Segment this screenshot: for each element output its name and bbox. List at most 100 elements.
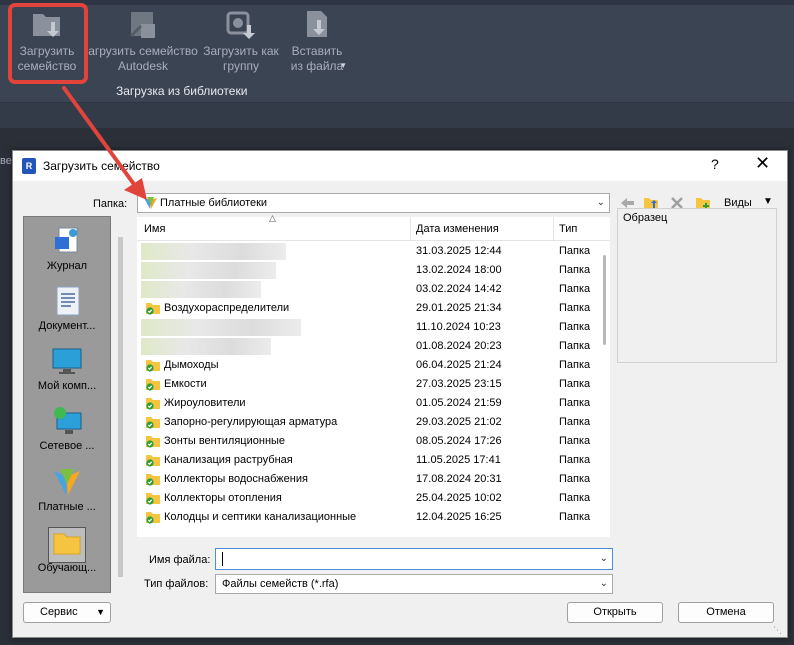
column-separator[interactable] bbox=[410, 217, 411, 241]
resize-grip-icon[interactable]: ⋱ bbox=[773, 625, 785, 637]
redacted-name bbox=[141, 243, 286, 260]
synced-folder-icon bbox=[145, 472, 161, 486]
place-network[interactable]: Сетевое ... bbox=[24, 405, 110, 452]
dialog-titlebar[interactable]: R Загрузить семейство ? ✕ bbox=[13, 151, 787, 181]
redacted-name bbox=[141, 281, 261, 298]
synced-folder-icon bbox=[145, 358, 161, 372]
help-button[interactable]: ? bbox=[711, 156, 719, 172]
column-date[interactable]: Дата изменения bbox=[416, 223, 499, 235]
scrollbar-thumb[interactable] bbox=[603, 255, 606, 345]
paid-libraries-icon bbox=[51, 466, 83, 498]
dialog-title: Загрузить семейство bbox=[43, 159, 160, 173]
close-button[interactable]: ✕ bbox=[755, 153, 770, 174]
file-type: Папка bbox=[559, 264, 591, 276]
place-documents-label: Документ... bbox=[38, 320, 96, 332]
filetype-select[interactable]: Файлы семейств (*.rfa) ⌄ bbox=[215, 574, 613, 594]
table-row[interactable]: Дымоходы 06.04.2025 21:24 Папка bbox=[137, 356, 597, 375]
file-type: Папка bbox=[559, 378, 591, 390]
views-dropdown-icon[interactable]: ▼ bbox=[763, 196, 773, 207]
synced-folder-icon bbox=[145, 510, 161, 524]
column-name[interactable]: Имя bbox=[144, 223, 165, 235]
table-row[interactable]: 31.03.2025 12:44 Папка bbox=[137, 242, 597, 261]
table-row[interactable]: Колодцы и септики канализационные 12.04.2… bbox=[137, 508, 597, 527]
background-strip-text: ве bbox=[0, 155, 12, 167]
place-paid-libraries[interactable]: Платные ... bbox=[24, 466, 110, 513]
table-row[interactable]: Емкости 27.03.2025 23:15 Папка bbox=[137, 375, 597, 394]
file-type: Папка bbox=[559, 454, 591, 466]
folder-value: Платные библиотеки bbox=[160, 197, 268, 209]
place-training-label: Обучающ... bbox=[37, 562, 97, 574]
table-row[interactable]: Жироуловители 01.05.2024 21:59 Папка bbox=[137, 394, 597, 413]
file-type: Папка bbox=[559, 416, 591, 428]
table-row[interactable]: Канализация раструбная 11.05.2025 17:41 Па… bbox=[137, 451, 597, 470]
folder-combo[interactable]: Платные библиотеки ⌄ bbox=[137, 193, 610, 213]
file-name: Дымоходы bbox=[164, 359, 219, 371]
table-row[interactable]: 03.02.2024 14:42 Папка bbox=[137, 280, 597, 299]
table-row[interactable]: Коллекторы водоснабжения 17.08.2024 20:31… bbox=[137, 470, 597, 489]
history-icon bbox=[51, 225, 83, 257]
preview-label: Образец bbox=[623, 212, 670, 224]
table-row[interactable]: Зонты вентиляционные 08.05.2024 17:26 Папк… bbox=[137, 432, 597, 451]
table-row[interactable]: 11.10.2024 10:23 Папка bbox=[137, 318, 597, 337]
ribbon-band bbox=[0, 103, 794, 128]
file-date: 11.05.2025 17:41 bbox=[416, 454, 501, 466]
column-type[interactable]: Тип bbox=[559, 223, 577, 235]
file-date: 08.05.2024 17:26 bbox=[416, 435, 502, 447]
text-caret bbox=[222, 552, 223, 566]
synced-folder-icon bbox=[145, 491, 161, 505]
highlight-frame bbox=[8, 3, 88, 84]
place-documents[interactable]: Документ... bbox=[24, 285, 110, 332]
file-date: 01.05.2024 21:59 bbox=[416, 397, 502, 409]
synced-folder-icon bbox=[145, 453, 161, 467]
load-autodesk-family-label: агрузить семейство Autodesk bbox=[88, 44, 198, 73]
ribbon-top-line bbox=[0, 0, 794, 5]
file-name: Колодцы и септики канализационные bbox=[164, 511, 357, 523]
file-name: Жироуловители bbox=[164, 397, 246, 409]
place-more[interactable] bbox=[24, 587, 110, 592]
file-list-scrollbar[interactable] bbox=[599, 241, 610, 527]
file-type: Папка bbox=[559, 473, 591, 485]
file-type: Папка bbox=[559, 283, 591, 295]
filename-input[interactable]: ⌄ bbox=[215, 548, 613, 570]
chevron-down-icon[interactable]: ⌄ bbox=[600, 578, 608, 589]
folder-icon bbox=[51, 587, 83, 592]
place-training[interactable]: Обучающ... bbox=[24, 527, 110, 574]
open-button[interactable]: Открыть bbox=[567, 602, 663, 623]
file-date: 31.03.2025 12:44 bbox=[416, 245, 502, 257]
filetype-label: Тип файлов: bbox=[144, 578, 209, 590]
file-name: Емкости bbox=[164, 378, 207, 390]
chevron-down-icon[interactable]: ⌄ bbox=[597, 197, 605, 208]
chevron-down-icon[interactable]: ⌄ bbox=[600, 553, 608, 564]
folder-label: Папка: bbox=[93, 198, 128, 210]
place-my-computer[interactable]: Мой комп... bbox=[24, 345, 110, 392]
table-row[interactable]: Запорно-регулирующая арматура 29.03.2025 … bbox=[137, 413, 597, 432]
network-icon bbox=[51, 405, 83, 437]
place-history-label: Журнал bbox=[46, 260, 88, 272]
cancel-button[interactable]: Отмена bbox=[678, 602, 774, 623]
paid-libraries-icon bbox=[143, 196, 158, 210]
load-as-group-icon bbox=[224, 8, 258, 42]
place-paid-libraries-label: Платные ... bbox=[38, 501, 96, 513]
insert-dropdown-icon[interactable]: ▾ bbox=[341, 58, 346, 73]
places-scrollbar[interactable] bbox=[118, 237, 123, 577]
file-name: Запорно-регулирующая арматура bbox=[164, 416, 338, 428]
load-as-group-button[interactable]: Загрузить как группу bbox=[200, 8, 282, 83]
place-network-label: Сетевое ... bbox=[39, 440, 95, 452]
column-separator[interactable] bbox=[553, 217, 554, 241]
synced-folder-icon bbox=[145, 415, 161, 429]
table-row[interactable]: Воздухораспределители 29.01.2025 21:34 Пап… bbox=[137, 299, 597, 318]
file-date: 29.03.2025 21:02 bbox=[416, 416, 502, 428]
table-row[interactable]: Коллекторы отопления 25.04.2025 10:02 Папк… bbox=[137, 489, 597, 508]
file-type: Папка bbox=[559, 302, 591, 314]
service-button-label: Сервис bbox=[40, 606, 78, 618]
insert-from-file-button[interactable]: Вставить из файла ▾ bbox=[284, 8, 350, 83]
file-type: Папка bbox=[559, 340, 591, 352]
table-row[interactable]: 13.02.2024 18:00 Папка bbox=[137, 261, 597, 280]
file-date: 12.04.2025 16:25 bbox=[416, 511, 502, 523]
place-history[interactable]: Журнал bbox=[24, 225, 110, 272]
service-button[interactable]: Сервис ▼ bbox=[23, 602, 111, 623]
table-row[interactable]: 01.08.2024 20:23 Папка bbox=[137, 337, 597, 356]
file-type: Папка bbox=[559, 359, 591, 371]
load-autodesk-family-button[interactable]: агрузить семейство Autodesk bbox=[86, 8, 200, 83]
documents-icon bbox=[51, 285, 83, 317]
